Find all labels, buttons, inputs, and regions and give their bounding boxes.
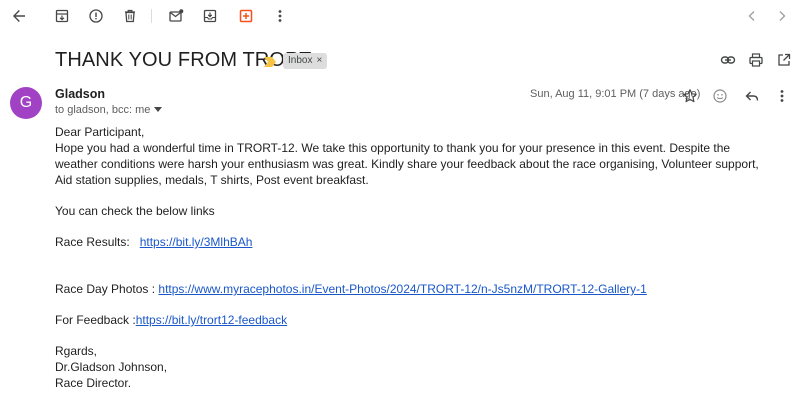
trash-icon [125,9,135,23]
sender-name[interactable]: Gladson [55,87,105,101]
add-reaction-button[interactable] [708,84,732,108]
feedback-link[interactable]: https://bit.ly/trort12-feedback [136,313,287,327]
arrow-left-icon [13,10,25,22]
race-photos-label: Race Day Photos : [55,282,156,296]
reply-button[interactable] [740,84,764,108]
signer-title: Race Director. [55,376,132,390]
move-to-inbox-icon [203,9,217,23]
print-icon [749,53,763,67]
greeting: Dear Participant, [55,125,145,139]
star-icon [683,89,697,103]
link-icon [720,56,736,64]
race-results-link[interactable]: https://bit.ly/3MlhBAh [140,235,253,249]
archive-icon [55,9,69,23]
open-in-new-window-button[interactable] [716,48,740,72]
star-button[interactable] [678,84,702,108]
more-options-button[interactable] [268,4,292,28]
inbox-label-text: Inbox [288,55,313,66]
recipients-line[interactable]: to gladson, bcc: me [55,104,163,116]
inbox-label-chip[interactable]: Inbox × [283,53,328,69]
recipients-text: to gladson, bcc: me [55,104,151,116]
chevron-left-icon [748,11,755,21]
mark-unread-icon [169,9,184,22]
open-external-icon [778,53,791,66]
print-button[interactable] [744,48,768,72]
important-marker-icon[interactable] [264,54,276,72]
body-paragraph: Hope you had a wonderful time in TRORT-1… [55,141,759,187]
toolbar-divider [151,9,152,23]
back-button[interactable] [7,4,31,28]
emoji-icon [713,89,727,103]
open-external-button[interactable] [772,48,796,72]
race-photos-line: Race Day Photos : https://www.myracephot… [55,281,775,297]
race-results-label: Race Results: [55,235,130,249]
race-photos-link[interactable]: https://www.myracephotos.in/Event-Photos… [158,282,646,296]
prev-email-button[interactable] [740,4,764,28]
feedback-line: For Feedback :https://bit.ly/trort12-fee… [55,312,775,328]
race-results-line: Race Results: https://bit.ly/3MlhBAh [55,234,775,250]
more-vertical-icon [780,90,784,102]
add-to-tasks-icon [239,9,253,23]
more-vertical-icon [278,10,282,22]
mark-unread-button[interactable] [164,4,188,28]
feedback-label: For Feedback : [55,313,136,327]
signer-name: Dr.Gladson Johnson, [55,360,168,374]
chevron-right-icon [779,11,786,21]
caret-down-icon[interactable] [154,107,163,113]
reply-icon [745,91,759,101]
add-to-tasks-button[interactable] [234,4,258,28]
report-spam-icon [89,9,103,23]
delete-button[interactable] [118,4,142,28]
email-date: Sun, Aug 11, 9:01 PM (7 days ago) [530,88,701,100]
email-body: Dear Participant, Hope you had a wonderf… [55,124,775,391]
move-to-button[interactable] [198,4,222,28]
report-spam-button[interactable] [84,4,108,28]
sender-avatar[interactable]: G [10,87,42,119]
next-email-button[interactable] [770,4,794,28]
remove-label-icon[interactable]: × [316,53,322,69]
archive-button[interactable] [50,4,74,28]
signoff: Rgards, [55,344,98,358]
links-intro: You can check the below links [55,204,215,218]
message-more-button[interactable] [770,84,794,108]
